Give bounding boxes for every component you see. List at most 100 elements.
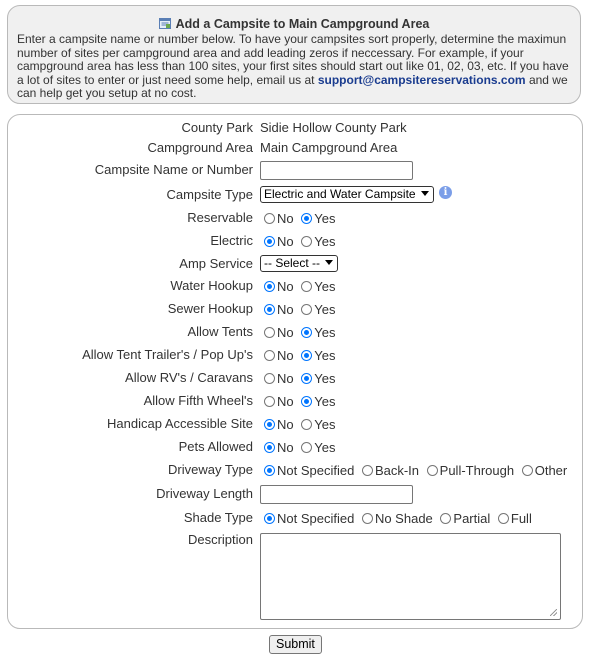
reservable-no-option[interactable]: No <box>264 210 294 227</box>
campsite-name-input[interactable] <box>260 161 413 180</box>
allow-tents-row: Allow Tents No Yes <box>0 322 592 342</box>
radio-selected-icon[interactable] <box>264 465 275 476</box>
sewer-hookup-no-option[interactable]: No <box>264 301 294 318</box>
radio-selected-icon[interactable] <box>264 513 275 524</box>
allow-tent-trailers-no-option[interactable]: No <box>264 347 294 364</box>
radio-icon[interactable] <box>521 465 533 476</box>
radio-icon[interactable] <box>426 465 438 476</box>
handicap-accessible-yes-option[interactable]: Yes <box>301 416 335 433</box>
option-label: Not Specified <box>277 511 355 526</box>
allow-fifth-wheels-label: Allow Fifth Wheel's <box>143 393 253 408</box>
radio-selected-icon[interactable] <box>264 442 275 453</box>
campsite-type-select[interactable]: Electric and Water Campsite <box>260 186 434 203</box>
option-label: No <box>277 211 294 226</box>
radio-selected-icon[interactable] <box>264 419 275 430</box>
radio-icon[interactable] <box>301 442 313 453</box>
allow-fifth-wheels-yes-option[interactable]: Yes <box>301 393 335 410</box>
allow-tents-label: Allow Tents <box>187 324 253 339</box>
pets-allowed-no-option[interactable]: No <box>264 439 294 456</box>
driveway-other-option[interactable]: Other <box>521 462 568 479</box>
submit-button[interactable]: Submit <box>269 635 322 654</box>
info-icon[interactable]: i <box>439 186 452 199</box>
description-textarea[interactable] <box>260 533 561 620</box>
option-label: Pull-Through <box>439 463 515 478</box>
amp-service-select[interactable]: -- Select -- <box>260 255 338 272</box>
option-label: Yes <box>314 417 336 432</box>
chevron-down-icon <box>421 191 429 196</box>
option-label: No <box>277 371 294 386</box>
radio-icon[interactable] <box>301 304 313 315</box>
radio-selected-icon[interactable] <box>264 304 275 315</box>
instructions-title-text: Add a Campsite to Main Campground Area <box>175 17 430 31</box>
sewer-hookup-row: Sewer Hookup No Yes <box>0 299 592 319</box>
radio-icon[interactable] <box>497 513 509 524</box>
allow-rvs-no-option[interactable]: No <box>264 370 294 387</box>
option-label: No <box>277 279 294 294</box>
amp-service-label: Amp Service <box>179 256 253 271</box>
option-label: Other <box>534 463 568 478</box>
radio-icon[interactable] <box>264 396 275 407</box>
water-hookup-yes-option[interactable]: Yes <box>301 278 335 295</box>
radio-icon[interactable] <box>264 373 275 384</box>
handicap-accessible-no-option[interactable]: No <box>264 416 294 433</box>
campsite-type-row: Campsite Type Electric and Water Campsit… <box>0 185 592 205</box>
radio-selected-icon[interactable] <box>301 327 313 338</box>
water-hookup-label: Water Hookup <box>170 278 253 293</box>
campsite-type-label: Campsite Type <box>166 187 253 202</box>
option-label: No Shade <box>374 511 433 526</box>
option-label: No <box>277 417 294 432</box>
driveway-length-input[interactable] <box>260 485 413 504</box>
campground-area-value: Main Campground Area <box>260 140 398 155</box>
radio-icon[interactable] <box>361 465 373 476</box>
shade-no-shade-option[interactable]: No Shade <box>361 510 433 527</box>
allow-tents-no-option[interactable]: No <box>264 324 294 341</box>
shade-not-specified-option[interactable]: Not Specified <box>264 510 354 527</box>
radio-selected-icon[interactable] <box>264 281 275 292</box>
sewer-hookup-yes-option[interactable]: Yes <box>301 301 335 318</box>
electric-label: Electric <box>210 233 253 248</box>
electric-yes-option[interactable]: Yes <box>301 233 335 250</box>
option-label: No <box>277 234 294 249</box>
radio-icon[interactable] <box>264 327 275 338</box>
radio-icon[interactable] <box>301 281 313 292</box>
radio-selected-icon[interactable] <box>264 236 275 247</box>
driveway-not-specified-option[interactable]: Not Specified <box>264 462 354 479</box>
option-label: Back-In <box>374 463 420 478</box>
radio-icon[interactable] <box>264 350 275 361</box>
radio-selected-icon[interactable] <box>301 396 313 407</box>
allow-tent-trailers-row: Allow Tent Trailer's / Pop Up's No Yes <box>0 345 592 365</box>
option-label: No <box>277 440 294 455</box>
resize-handle-icon[interactable] <box>550 609 557 616</box>
option-label: Yes <box>314 348 336 363</box>
electric-no-option[interactable]: No <box>264 233 294 250</box>
pets-allowed-yes-option[interactable]: Yes <box>301 439 335 456</box>
option-label: No <box>277 394 294 409</box>
radio-selected-icon[interactable] <box>301 213 313 224</box>
radio-selected-icon[interactable] <box>301 350 313 361</box>
radio-icon[interactable] <box>301 419 313 430</box>
allow-fifth-wheels-no-option[interactable]: No <box>264 393 294 410</box>
allow-tent-trailers-yes-option[interactable]: Yes <box>301 347 335 364</box>
option-label: No <box>277 348 294 363</box>
option-label: Full <box>510 511 532 526</box>
option-label: Yes <box>314 440 336 455</box>
option-label: Yes <box>314 325 336 340</box>
radio-icon[interactable] <box>361 513 373 524</box>
allow-tents-yes-option[interactable]: Yes <box>301 324 335 341</box>
radio-icon[interactable] <box>440 513 452 524</box>
electric-row: Electric No Yes <box>0 231 592 251</box>
radio-selected-icon[interactable] <box>301 373 313 384</box>
driveway-length-row: Driveway Length <box>0 484 592 504</box>
campground-area-label: Campground Area <box>147 140 253 155</box>
water-hookup-no-option[interactable]: No <box>264 278 294 295</box>
radio-icon[interactable] <box>301 236 313 247</box>
shade-full-option[interactable]: Full <box>497 510 532 527</box>
driveway-pull-through-option[interactable]: Pull-Through <box>426 462 515 479</box>
reservable-yes-option[interactable]: Yes <box>301 210 335 227</box>
option-label: No <box>277 325 294 340</box>
radio-icon[interactable] <box>264 213 275 224</box>
shade-partial-option[interactable]: Partial <box>440 510 490 527</box>
allow-rvs-yes-option[interactable]: Yes <box>301 370 335 387</box>
support-email-link[interactable]: support@campsitereservations.com <box>318 73 526 87</box>
driveway-back-in-option[interactable]: Back-In <box>361 462 420 479</box>
